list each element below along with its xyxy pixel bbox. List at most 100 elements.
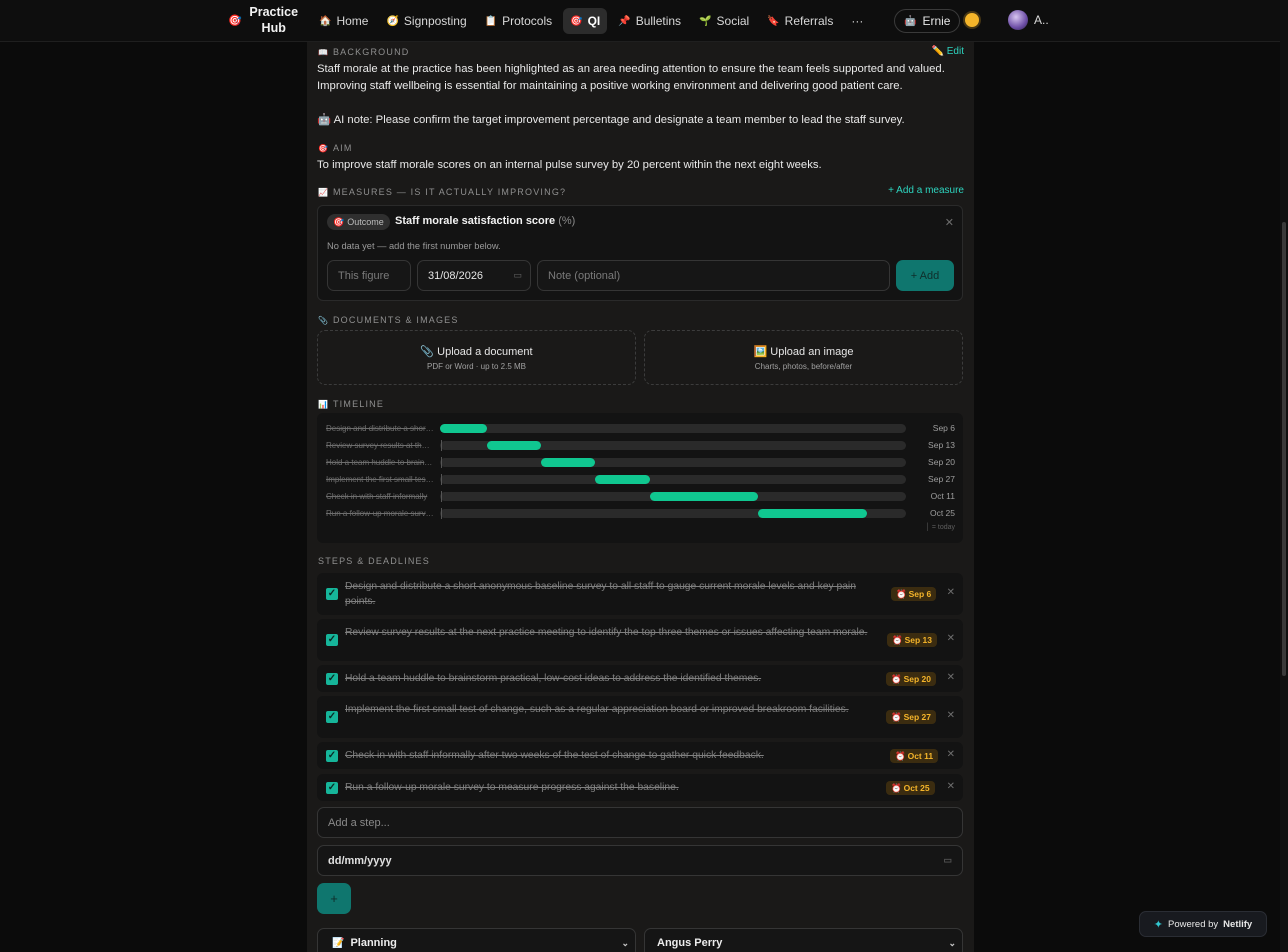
close-icon[interactable]: ✕: [945, 216, 954, 229]
delete-step-icon[interactable]: ✕: [947, 587, 955, 598]
sun-icon[interactable]: [965, 13, 979, 27]
timeline-bar: [440, 424, 487, 433]
timeline-bar: [486, 441, 541, 450]
today-marker: [441, 491, 442, 502]
step-text[interactable]: Design and distribute a short anonymous …: [345, 579, 885, 609]
step-checkbox[interactable]: ✓: [326, 711, 338, 723]
pencil-icon: ✏️: [931, 46, 944, 57]
step-checkbox[interactable]: ✓: [326, 634, 338, 646]
brand[interactable]: 🎯 Practice Hub: [228, 4, 300, 36]
step-checkbox[interactable]: ✓: [326, 588, 338, 600]
timeline-row: Design and distribute a short anonymous …: [317, 423, 963, 435]
calendar-icon[interactable]: ▭: [943, 855, 952, 866]
note-input[interactable]: Note (optional): [537, 260, 890, 291]
nav-protocols[interactable]: 📋 Protocols: [478, 8, 559, 34]
seedling-icon: 🌱: [699, 15, 712, 27]
nav-signposting[interactable]: 🧭 Signposting: [379, 8, 473, 34]
steps-label: STEPS & DEADLINES: [318, 556, 430, 566]
step-text[interactable]: Check in with staff informally after two…: [345, 748, 885, 763]
timeline-legend: │ = today: [925, 524, 955, 531]
due-badge[interactable]: ⏰ Oct 11: [890, 749, 939, 763]
compass-icon: 🧭: [386, 15, 399, 27]
aim-text: To improve staff morale scores on an int…: [317, 159, 822, 171]
bookmark-icon: 🔖: [767, 15, 780, 27]
brand-name: Practice Hub: [249, 5, 299, 35]
due-badge[interactable]: ⏰ Sep 27: [886, 710, 936, 724]
nav-referrals[interactable]: 🔖 Referrals: [760, 8, 840, 34]
timeline-row: Hold a team huddle to brainstorm practic…: [317, 457, 963, 469]
top-navigation: 🎯 Practice Hub 🏠 Home 🧭 Signposting 📋 Proto…: [0, 0, 1280, 42]
status-select[interactable]: 📝 Planning ⌄: [317, 928, 636, 952]
measure-unit: (%): [558, 215, 576, 227]
qi-project-card: 📖 BACKGROUND ✏️ Edit Staff morale at the …: [307, 42, 974, 952]
timeline-track: [440, 441, 906, 450]
step-item: ✓ Design and distribute a short anonymou…: [317, 573, 963, 615]
nav-home[interactable]: 🏠 Home: [312, 8, 375, 34]
step-date-input[interactable]: dd/mm/yyyy ▭: [317, 845, 963, 876]
aim-label: 🎯 AIM: [318, 143, 353, 153]
timeline-row-label: Run a follow-up morale survey: [326, 509, 434, 518]
user-switcher[interactable]: 🤖 Ernie: [894, 9, 961, 33]
step-checkbox[interactable]: ✓: [326, 782, 338, 794]
chart-icon: 📈: [318, 187, 328, 197]
delete-step-icon[interactable]: ✕: [947, 781, 955, 792]
add-measure-button[interactable]: + Add a measure: [888, 185, 964, 196]
due-badge[interactable]: ⏰ Sep 13: [887, 633, 937, 647]
chevron-down-icon: ⌄: [621, 937, 629, 948]
step-item: ✓ Review survey results at the next prac…: [317, 619, 963, 661]
timeline-row-date: Oct 25: [929, 508, 955, 518]
house-icon: 🏠: [319, 15, 332, 27]
delete-step-icon[interactable]: ✕: [947, 710, 955, 721]
bar-chart-icon: 📊: [318, 399, 328, 409]
step-checkbox[interactable]: ✓: [326, 750, 338, 762]
nav-more[interactable]: ···: [844, 8, 870, 34]
timeline-row-label: Hold a team huddle to brainstorm practic…: [326, 458, 434, 467]
netlify-badge[interactable]: ✦ Powered by Netlify: [1139, 911, 1267, 937]
timeline-row-label: Implement the first small test of change: [326, 475, 434, 484]
add-step-button[interactable]: +: [317, 883, 351, 914]
due-badge[interactable]: ⏰ Sep 6: [891, 587, 937, 601]
timeline-chart: │ = today Design and distribute a short …: [317, 413, 963, 543]
chevron-down-icon: ⌄: [948, 937, 956, 948]
timeline-row-date: Sep 13: [928, 440, 955, 450]
background-text: Staff morale at the practice has been hi…: [317, 63, 945, 92]
due-badge[interactable]: ⏰ Oct 25: [886, 781, 935, 795]
timeline-bar: [649, 492, 759, 501]
delete-step-icon[interactable]: ✕: [947, 672, 955, 683]
scrollbar-thumb[interactable]: [1282, 222, 1286, 676]
nav-qi[interactable]: 🎯 QI: [563, 8, 608, 34]
nav-links: 🏠 Home 🧭 Signposting 📋 Protocols 🎯 QI 📌 Bulle…: [312, 8, 870, 34]
measure-date-input[interactable]: 31/08/2026 ▭: [417, 260, 531, 291]
step-item: ✓ Implement the first small test of chan…: [317, 696, 963, 738]
target-icon: 🎯: [318, 143, 328, 153]
avatar: [1008, 10, 1028, 30]
delete-step-icon[interactable]: ✕: [947, 633, 955, 644]
calendar-icon[interactable]: ▭: [513, 270, 522, 281]
step-text[interactable]: Hold a team huddle to brainstorm practic…: [345, 671, 885, 686]
add-data-button[interactable]: + Add: [896, 260, 954, 291]
step-checkbox[interactable]: ✓: [326, 673, 338, 685]
delete-step-icon[interactable]: ✕: [947, 749, 955, 760]
step-text[interactable]: Review survey results at the next practi…: [345, 625, 885, 640]
due-badge[interactable]: ⏰ Sep 20: [886, 672, 936, 686]
paperclip-icon: 📎: [420, 346, 435, 358]
figure-input[interactable]: This figure: [327, 260, 411, 291]
timeline-bar: [758, 509, 868, 518]
measure-type-badge: 🎯 Outcome: [327, 214, 390, 230]
step-text[interactable]: Run a follow-up morale survey to measure…: [345, 780, 885, 795]
add-step-input[interactable]: Add a step...: [317, 807, 963, 838]
measures-label: 📈 MEASURES — IS IT ACTUALLY IMPROVING?: [318, 187, 567, 197]
nav-social[interactable]: 🌱 Social: [692, 8, 756, 34]
account-menu[interactable]: A..: [1008, 10, 1049, 30]
step-item: ✓ Run a follow-up morale survey to measu…: [317, 774, 963, 801]
nav-bulletins[interactable]: 📌 Bulletins: [611, 8, 688, 34]
target-icon: 🎯: [570, 15, 583, 27]
step-text[interactable]: Implement the first small test of change…: [345, 702, 885, 717]
timeline-row-label: Review survey results at the next practi…: [326, 441, 434, 450]
edit-button[interactable]: ✏️ Edit: [932, 46, 964, 57]
owner-select[interactable]: Angus Perry ⌄: [644, 928, 963, 952]
timeline-row: Run a follow-up morale survey Oct 25: [317, 508, 963, 520]
upload-image-button[interactable]: 🖼️ Upload an image Charts, photos, befor…: [644, 330, 963, 385]
upload-document-button[interactable]: 📎 Upload a document PDF or Word · up to …: [317, 330, 636, 385]
alarm-icon: ⏰: [891, 711, 902, 722]
